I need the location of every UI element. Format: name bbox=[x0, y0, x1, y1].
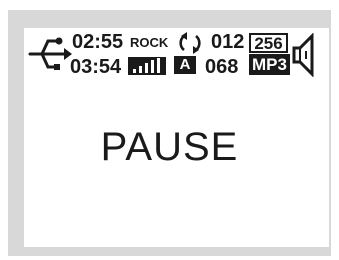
device-frame: 02:55 03:54 ROCK 012 A 068 256 MP3 PAUSE bbox=[0, 0, 339, 260]
eq-preset-label: ROCK bbox=[130, 35, 169, 50]
playback-state: PAUSE bbox=[100, 125, 239, 169]
elapsed-time: 02:55 bbox=[72, 31, 124, 53]
speaker-icon bbox=[292, 33, 314, 77]
total-time: 03:54 bbox=[70, 56, 122, 78]
track-total: 068 bbox=[205, 56, 239, 78]
track-number: 012 bbox=[211, 31, 245, 53]
format-badge: MP3 bbox=[249, 54, 290, 75]
bitrate-badge: 256 bbox=[249, 33, 288, 53]
usb-icon bbox=[28, 37, 72, 70]
signal-bars-icon bbox=[128, 57, 166, 75]
ab-repeat-badge: A bbox=[174, 56, 196, 74]
repeat-icon bbox=[179, 32, 201, 54]
